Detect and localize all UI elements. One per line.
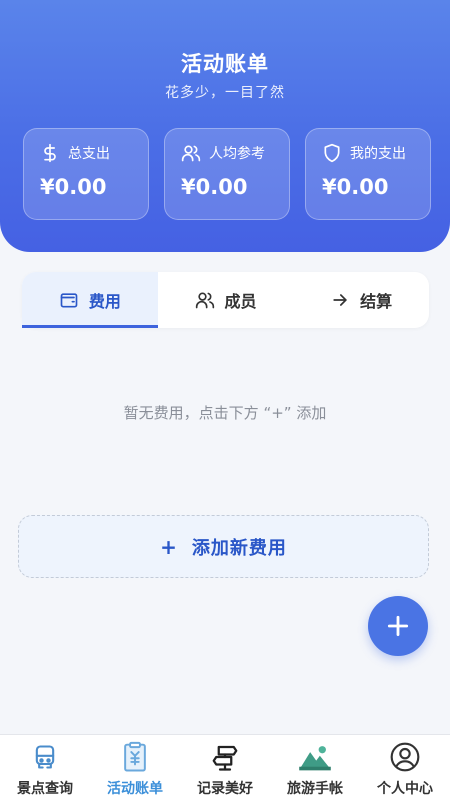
page-subtitle: 花多少，一目了然: [165, 85, 285, 101]
floating-add-button[interactable]: [368, 596, 428, 656]
bus-icon: [28, 740, 62, 774]
add-expense-button[interactable]: + 添加新费用: [18, 515, 429, 578]
nav-item-memories[interactable]: 记录美好: [180, 735, 270, 800]
total-spend-label-row: 总支出: [40, 143, 110, 163]
page-title: 活动账单: [181, 52, 269, 76]
add-expense-label: 添加新费用: [191, 537, 287, 559]
sign-post-icon: [208, 740, 242, 774]
nav-label-attractions: 景点查询: [17, 781, 73, 797]
bill-icon: [118, 740, 152, 774]
total-spend-card: 总支出 ¥0.00: [23, 128, 149, 220]
nav-label-memories: 记录美好: [197, 781, 253, 797]
header-banner: 活动账单 花多少，一目了然 总支出 ¥0.00 人均参考 ¥0.00 我的支出 …: [0, 0, 450, 252]
empty-state-message: 暂无费用，点击下方 “+” 添加: [123, 404, 327, 422]
shield-icon: [324, 143, 340, 163]
per-person-card: 人均参考 ¥0.00: [164, 128, 290, 220]
nav-item-profile[interactable]: 个人中心: [360, 735, 450, 800]
tab-members-label: 成员: [224, 292, 257, 311]
nav-label-bill: 活动账单: [107, 781, 163, 797]
plus-icon: [387, 615, 409, 637]
nav-item-bill[interactable]: 活动账单: [90, 735, 180, 800]
nav-item-attractions[interactable]: 景点查询: [0, 735, 90, 800]
bottom-navigation: 景点查询 活动账单 记录美好 旅游手帐 个人中心: [0, 734, 450, 800]
user-icon: [388, 740, 422, 774]
total-spend-value: ¥0.00: [40, 175, 107, 199]
per-person-label: 人均参考: [209, 146, 265, 162]
tab-settlement-label: 结算: [360, 292, 393, 311]
my-spend-card: 我的支出 ¥0.00: [305, 128, 431, 220]
per-person-label-row: 人均参考: [181, 143, 265, 163]
people-icon: [181, 145, 201, 162]
tab-expenses-label: 费用: [88, 292, 121, 311]
tab-bar: 费用 成员 结算: [22, 272, 429, 328]
dollar-icon: [44, 143, 56, 163]
people-icon: [195, 292, 214, 309]
plus-icon: +: [160, 534, 178, 559]
nav-label-journal: 旅游手帐: [287, 781, 343, 797]
arrow-right-icon: [333, 294, 347, 306]
wallet-icon: [60, 293, 78, 308]
total-spend-label: 总支出: [68, 146, 110, 162]
per-person-value: ¥0.00: [181, 175, 248, 199]
my-spend-label-row: 我的支出: [322, 143, 406, 163]
my-spend-label: 我的支出: [350, 146, 406, 162]
my-spend-value: ¥0.00: [322, 175, 389, 199]
tab-members[interactable]: 成员: [158, 272, 294, 328]
mountain-icon: [298, 740, 332, 774]
nav-label-profile: 个人中心: [377, 781, 433, 797]
nav-item-journal[interactable]: 旅游手帐: [270, 735, 360, 800]
tab-expenses[interactable]: 费用: [22, 272, 158, 328]
tab-settlement[interactable]: 结算: [293, 272, 429, 328]
